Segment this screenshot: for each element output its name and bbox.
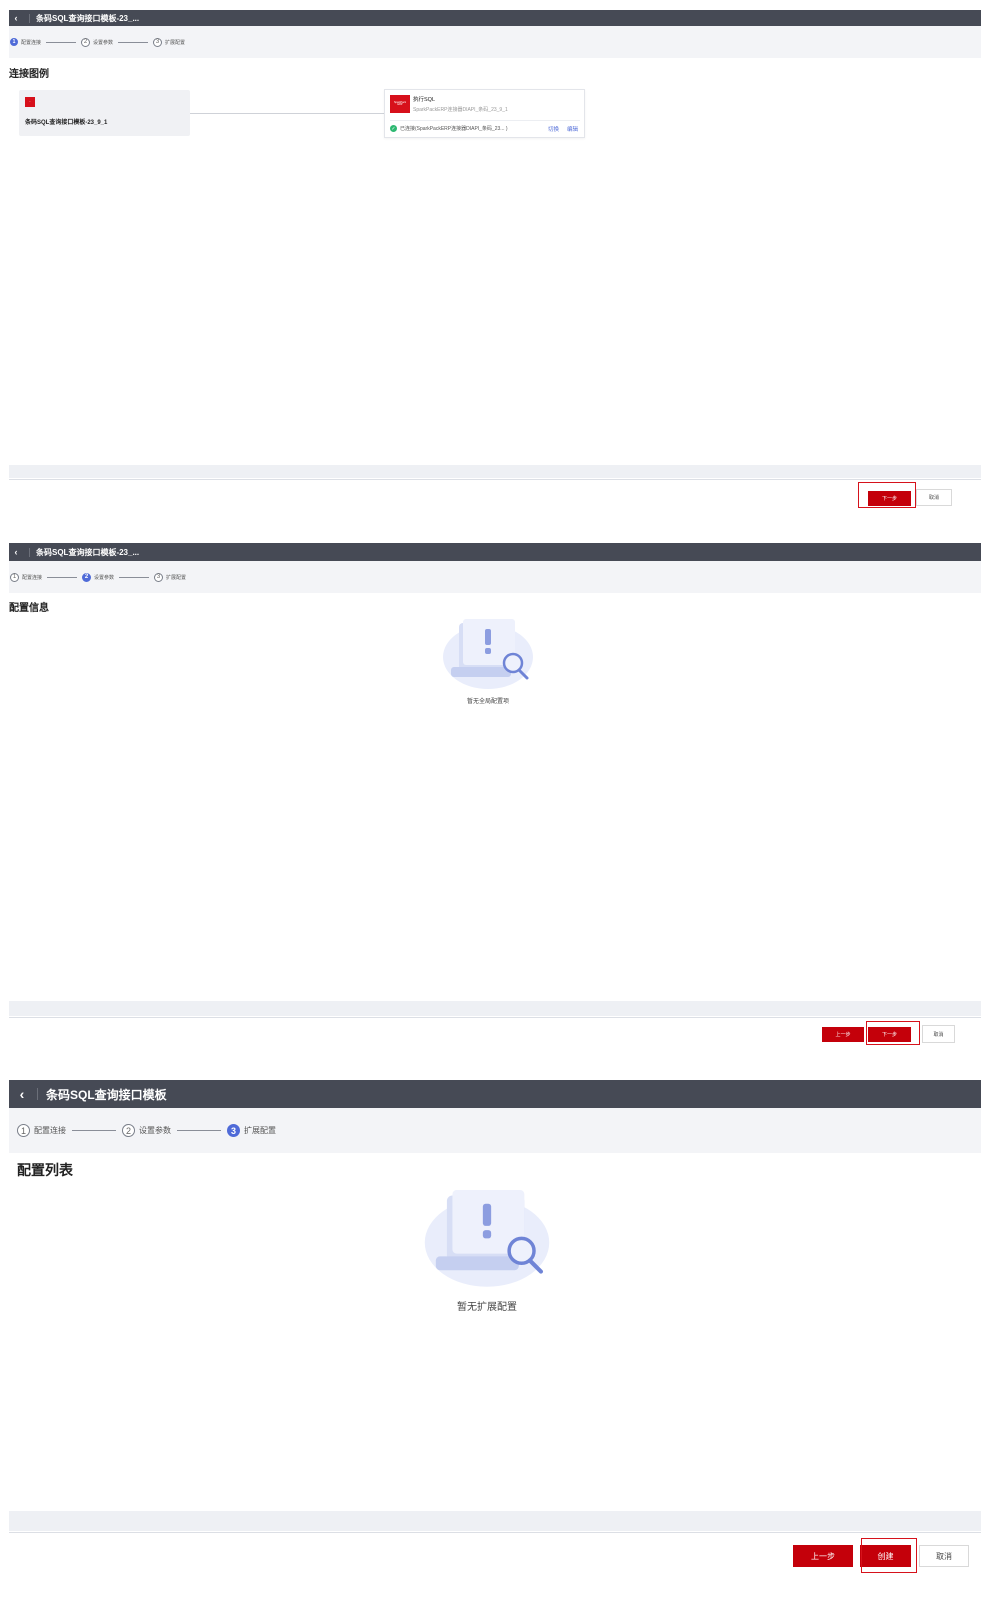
highlight-box xyxy=(858,482,916,508)
footer-divider xyxy=(9,1017,981,1018)
step-label-3: 扩展配置 xyxy=(166,574,187,581)
step-configure-connection[interactable]: 1 配置连接 xyxy=(10,38,41,46)
panel-extension-config: ‹ 条码SQL查询接口模板 1 配置连接 2 设置参数 3 扩展配置 配置列表 … xyxy=(9,1080,981,1598)
sparkpack-logo-icon: ▪ xyxy=(25,97,35,107)
step-label-1: 配置连接 xyxy=(22,574,43,581)
check-circle-icon: ✓ xyxy=(390,125,397,132)
step-bar: 1 配置连接 2 设置参数 3 扩展配置 xyxy=(9,561,981,593)
source-node-name: 条码SQL查询接口模板-23_9_1 xyxy=(25,120,108,126)
title-divider xyxy=(37,1088,38,1100)
node-divider xyxy=(390,120,580,121)
highlight-box xyxy=(861,1538,917,1573)
step-number-2: 2 xyxy=(81,37,91,47)
panel-set-parameters: ‹ 条码SQL查询接口模板-23_... 1 配置连接 2 设置参数 3 扩展配… xyxy=(9,543,981,1049)
step-number-1: 1 xyxy=(10,38,18,46)
step-connector-1 xyxy=(47,576,78,578)
title-divider xyxy=(29,13,30,23)
back-chevron-icon[interactable]: ‹ xyxy=(9,10,23,26)
footer-divider xyxy=(9,479,981,480)
step-bar: 1 配置连接 2 设置参数 3 扩展配置 xyxy=(9,1108,981,1153)
target-node-title: 执行SQL xyxy=(413,97,436,103)
step-number-3: 3 xyxy=(154,572,164,582)
back-chevron-icon[interactable]: ‹ xyxy=(9,543,23,561)
step-label-2: 设置参数 xyxy=(93,39,114,46)
step-set-parameters[interactable]: 2 设置参数 xyxy=(81,37,114,47)
step-label-2: 设置参数 xyxy=(139,1126,171,1135)
empty-scroll-icon xyxy=(443,619,533,689)
step-connector-1 xyxy=(46,41,77,43)
step-connector-1 xyxy=(72,1130,116,1131)
previous-button[interactable]: 上一步 xyxy=(822,1027,864,1042)
step-extension-config[interactable]: 3 扩展配置 xyxy=(153,37,186,47)
step-number-3: 3 xyxy=(227,1124,240,1137)
empty-scroll-icon xyxy=(424,1189,550,1287)
page-title: 条码SQL查询接口模板-23_... xyxy=(36,547,140,557)
step-set-parameters[interactable]: 2 设置参数 xyxy=(122,1124,171,1137)
page-title: 条码SQL查询接口模板 xyxy=(46,1087,167,1102)
step-connector-2 xyxy=(119,576,150,578)
cancel-button[interactable]: 取消 xyxy=(922,1025,955,1043)
step-bar: 1 配置连接 2 设置参数 3 扩展配置 xyxy=(9,26,981,58)
step-label-3: 扩展配置 xyxy=(244,1126,276,1135)
connection-line xyxy=(190,113,384,114)
step-connector-2 xyxy=(118,41,149,43)
step-connector-2 xyxy=(177,1130,221,1131)
section-title: 连接图例 xyxy=(9,69,49,80)
panel-configure-connection: ‹ 条码SQL查询接口模板-23_... 1 配置连接 2 设置参数 3 扩展配… xyxy=(9,10,981,518)
back-chevron-icon[interactable]: ‹ xyxy=(9,1080,35,1108)
empty-state-text: 暂无扩展配置 xyxy=(457,1302,517,1313)
step-configure-connection[interactable]: 1 配置连接 xyxy=(10,572,43,582)
section-title: 配置列表 xyxy=(17,1162,73,1178)
footer-strip xyxy=(9,465,981,478)
target-node-subtitle: SparkPackERP连接器DIAPI_条码_23_9_1 xyxy=(413,107,508,113)
step-configure-connection[interactable]: 1 配置连接 xyxy=(17,1124,66,1137)
footer-strip xyxy=(9,1511,981,1531)
empty-state-text: 暂无全局配置项 xyxy=(466,699,509,705)
step-number-3: 3 xyxy=(153,37,163,47)
step-number-2: 2 xyxy=(82,572,92,582)
status-text: 已连接(SparkPackERP连接器DIAPI_条码_23... ) xyxy=(400,126,508,132)
step-label-2: 设置参数 xyxy=(94,574,115,581)
highlight-box xyxy=(866,1021,920,1045)
switch-link[interactable]: 切换 xyxy=(548,125,559,133)
step-extension-config[interactable]: 3 扩展配置 xyxy=(154,572,187,582)
step-label-1: 配置连接 xyxy=(21,39,42,46)
step-number-2: 2 xyxy=(122,1124,135,1137)
step-extension-config[interactable]: 3 扩展配置 xyxy=(227,1124,276,1137)
step-number-1: 1 xyxy=(10,572,19,582)
title-bar: ‹ 条码SQL查询接口模板-23_... xyxy=(9,10,981,26)
step-set-parameters[interactable]: 2 设置参数 xyxy=(82,572,115,582)
step-number-1: 1 xyxy=(17,1124,30,1137)
previous-button[interactable]: 上一步 xyxy=(793,1545,853,1567)
footer-divider xyxy=(9,1532,981,1533)
sparkpack-erp-logo-icon: SparkPack ERP xyxy=(390,95,410,113)
edit-link[interactable]: 编辑 xyxy=(567,125,578,133)
source-node[interactable]: ▪ 条码SQL查询接口模板-23_9_1 xyxy=(19,90,190,136)
connection-status: ✓ 已连接(SparkPackERP连接器DIAPI_条码_23... ) xyxy=(390,125,508,132)
title-divider xyxy=(29,547,30,557)
page-title: 条码SQL查询接口模板-23_... xyxy=(36,13,140,23)
step-label-1: 配置连接 xyxy=(34,1126,66,1135)
step-label-3: 扩展配置 xyxy=(165,39,186,46)
target-node[interactable]: SparkPack ERP 执行SQL SparkPackERP连接器DIAPI_… xyxy=(384,89,585,138)
footer-strip xyxy=(9,1001,981,1016)
cancel-button[interactable]: 取消 xyxy=(916,489,952,506)
title-bar: ‹ 条码SQL查询接口模板-23_... xyxy=(9,543,981,561)
section-title: 配置信息 xyxy=(9,603,49,614)
title-bar: ‹ 条码SQL查询接口模板 xyxy=(9,1080,981,1108)
cancel-button[interactable]: 取消 xyxy=(919,1545,969,1567)
